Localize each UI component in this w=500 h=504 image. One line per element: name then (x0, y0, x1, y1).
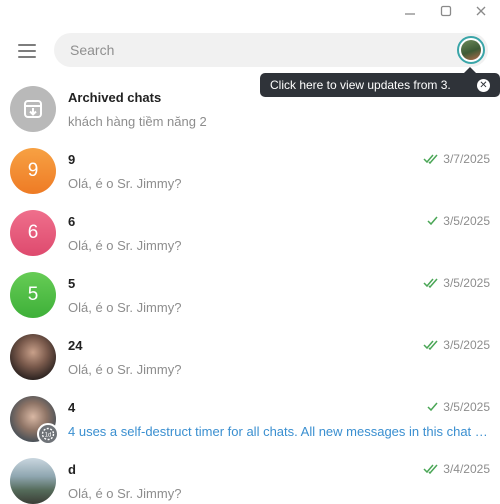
chat-date: 3/5/2025 (427, 400, 490, 414)
check-icon (427, 402, 439, 412)
double-check-icon (423, 154, 439, 164)
archive-icon (10, 86, 56, 132)
title-bar (0, 0, 500, 22)
chat-preview: Olá, é o Sr. Jimmy? (68, 362, 182, 377)
chat-row[interactable]: 24 3/5/2025 Olá, é o Sr. Jimmy? (0, 326, 500, 388)
chat-preview: Olá, é o Sr. Jimmy? (68, 176, 182, 191)
close-icon[interactable] (464, 0, 498, 22)
stories-avatar[interactable] (457, 36, 485, 64)
double-check-icon (423, 340, 439, 350)
chat-date: 3/5/2025 (423, 338, 490, 352)
chat-row[interactable]: 9 9 3/7/2025 Olá, é o Sr. Jimmy? (0, 140, 500, 202)
chat-title: 6 (68, 214, 76, 229)
chat-row[interactable]: 6 6 3/5/2025 Olá, é o Sr. Jimmy? (0, 202, 500, 264)
header (0, 22, 500, 78)
check-icon (427, 216, 439, 226)
chat-preview: 4 uses a self-destruct timer for all cha… (68, 424, 490, 439)
chat-title: 5 (68, 276, 76, 291)
chat-row[interactable]: d 3/4/2025 Olá, é o Sr. Jimmy? (0, 450, 500, 504)
maximize-icon[interactable] (429, 0, 463, 22)
avatar: 6 (10, 210, 56, 256)
hamburger-menu-icon[interactable] (12, 38, 42, 64)
double-check-icon (423, 464, 439, 474)
double-check-icon (423, 278, 439, 288)
chat-row[interactable]: 1d 4 3/5/2025 4 uses a self-destruct tim… (0, 388, 500, 450)
chat-preview: Olá, é o Sr. Jimmy? (68, 238, 182, 253)
chat-date: 3/4/2025 (423, 462, 490, 476)
svg-text:1d: 1d (45, 433, 52, 439)
avatar (10, 334, 56, 380)
chat-title: 24 (68, 338, 83, 353)
search-bar (54, 33, 488, 67)
chat-title: d (68, 462, 76, 477)
chat-row[interactable]: 5 5 3/5/2025 Olá, é o Sr. Jimmy? (0, 264, 500, 326)
minimize-icon[interactable] (393, 0, 427, 22)
chat-title: Archived chats (68, 90, 162, 105)
avatar: 9 (10, 148, 56, 194)
chat-date: 3/5/2025 (427, 214, 490, 228)
chat-title: 4 (68, 400, 76, 415)
chat-date: 3/5/2025 (423, 276, 490, 290)
chat-title: 9 (68, 152, 76, 167)
search-input[interactable] (70, 33, 430, 67)
timer-icon: 1d (37, 423, 59, 445)
chat-date: 3/7/2025 (423, 152, 490, 166)
avatar: 5 (10, 272, 56, 318)
avatar (10, 458, 56, 504)
stories-tooltip: Click here to view updates from 3. ✕ (260, 67, 500, 97)
chat-preview: Olá, é o Sr. Jimmy? (68, 486, 182, 501)
tooltip-text: Click here to view updates from 3. (270, 78, 451, 92)
tooltip-close-icon[interactable]: ✕ (477, 79, 490, 92)
chat-preview: khách hàng tiềm năng 2 (68, 114, 207, 129)
chat-preview: Olá, é o Sr. Jimmy? (68, 300, 182, 315)
